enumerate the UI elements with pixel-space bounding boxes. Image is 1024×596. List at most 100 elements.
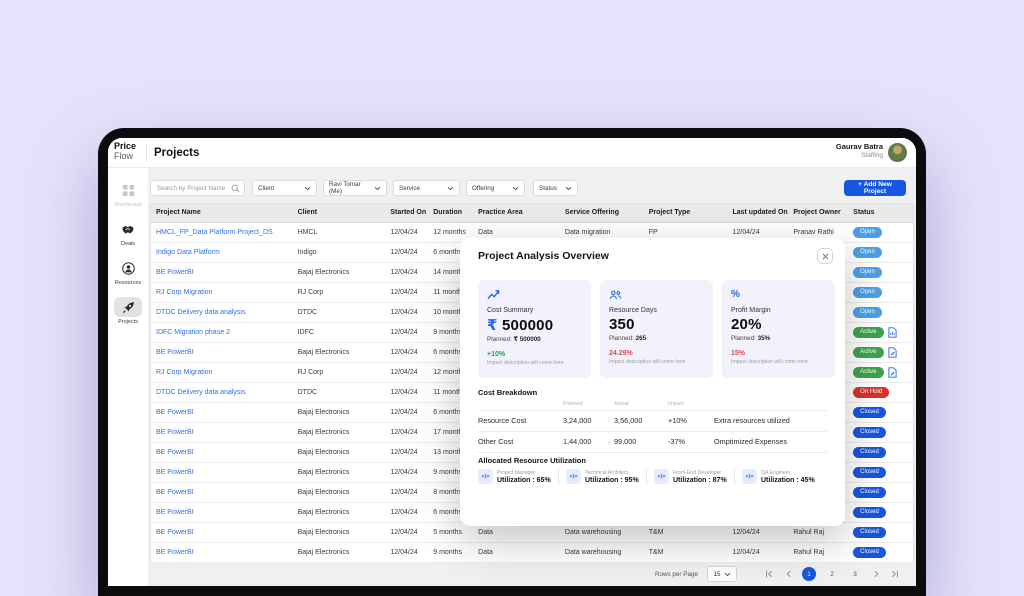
project-name-link[interactable]: HMCL_FP_Data Platform Project_DS <box>156 229 273 236</box>
sidebar-item-resources[interactable]: Resources <box>114 258 142 286</box>
last-page-button[interactable] <box>890 567 900 581</box>
cell-client: Bajaj Electronics <box>293 263 386 282</box>
utilization-value: Utilization : 65% <box>497 476 551 485</box>
project-name-link[interactable]: BE PowerBI <box>156 509 194 516</box>
sidebar-item-projects[interactable]: Projects <box>114 297 142 325</box>
page-title: Projects <box>154 138 199 168</box>
stat-card-delta: 15% <box>731 350 826 357</box>
breakdown-actual-value: 99,000 <box>614 431 668 453</box>
cell-project-owner: Rahul Raj <box>788 543 848 562</box>
project-name-link[interactable]: BE PowerBI <box>156 489 194 496</box>
project-name-link[interactable]: Indigo Data Platform <box>156 249 220 256</box>
chevron-down-icon <box>374 186 381 191</box>
table-row[interactable]: BE PowerBI Bajaj Electronics 12/04/24 9 … <box>151 543 913 563</box>
utilization-value: Utilization : 45% <box>761 476 815 485</box>
stat-card-delta: +10% <box>487 351 582 358</box>
sidebar-item-deals[interactable]: Deals <box>114 219 142 247</box>
breakdown-header-actual: Actual <box>614 399 668 410</box>
user-role: Staffing <box>836 151 883 160</box>
project-name-link[interactable]: BE PowerBI <box>156 529 194 536</box>
cell-status: Closed <box>848 523 913 542</box>
grid-icon <box>122 184 135 197</box>
cell-status: Active <box>848 343 913 362</box>
cell-started-on: 12/04/24 <box>385 343 428 362</box>
page-number-2[interactable]: 2 <box>825 567 839 581</box>
prev-page-button[interactable] <box>783 567 793 581</box>
filter-dropdown-client[interactable]: Client <box>252 180 317 196</box>
cell-started-on: 12/04/24 <box>385 363 428 382</box>
page-number-1[interactable]: 1 <box>802 567 816 581</box>
filter-dropdown-label: Status <box>539 185 557 192</box>
brand-line-bottom: Flow <box>114 152 136 162</box>
cell-started-on: 12/04/24 <box>385 223 428 242</box>
project-name-link[interactable]: RJ Corp Migration <box>156 369 212 376</box>
cell-status: Closed <box>848 423 913 442</box>
project-name-link[interactable]: BE PowerBI <box>156 469 194 476</box>
avatar[interactable] <box>888 143 907 162</box>
code-icon: </> <box>482 474 490 480</box>
cost-breakdown-table: PlannedActualImpactResource Cost3,24,000… <box>478 399 827 453</box>
cell-client: DTDC <box>293 303 386 322</box>
cell-status: On Hold <box>848 383 913 402</box>
cell-client: Bajaj Electronics <box>293 483 386 502</box>
search-input-wrapper[interactable] <box>150 180 245 196</box>
project-name-link[interactable]: BE PowerBI <box>156 549 194 556</box>
stat-cards: Cost Summary ₹ 500000 Planned: ₹ 500000 … <box>478 280 835 378</box>
cell-status: Active <box>848 363 913 382</box>
column-header-project-name: Project Name <box>151 204 293 222</box>
filter-dropdown-label: Ravi Tomar (Me) <box>329 181 374 195</box>
search-input[interactable] <box>155 184 229 193</box>
cell-status: Active <box>848 323 913 342</box>
filter-dropdown-ravi-tomar-me[interactable]: Ravi Tomar (Me) <box>323 180 387 196</box>
breakdown-header-spacer <box>478 399 563 410</box>
first-page-button[interactable] <box>764 567 774 581</box>
project-name-link[interactable]: DTDC Delivery data analysis <box>156 389 245 396</box>
utilization-title: Allocated Resource Utilization <box>478 456 586 465</box>
breakdown-row-label: Other Cost <box>478 431 563 453</box>
doc-edit-icon[interactable] <box>888 347 897 358</box>
users-icon <box>609 290 622 300</box>
stat-card-planned: Planned: ₹ 500000 <box>487 336 582 343</box>
column-header-project-owner: Project Owner <box>788 204 848 222</box>
filter-dropdown-status[interactable]: Status <box>533 180 578 196</box>
project-name-link[interactable]: BE PowerBI <box>156 409 194 416</box>
rows-per-page-select[interactable]: 15 <box>707 566 737 582</box>
status-badge: Open <box>853 227 882 238</box>
project-name-link[interactable]: BE PowerBI <box>156 449 194 456</box>
project-name-link[interactable]: RJ Corp Migration <box>156 289 212 296</box>
close-button[interactable] <box>817 248 833 264</box>
cell-project-name: HMCL_FP_Data Platform Project_DS <box>151 223 293 242</box>
device-frame: Price Flow Projects Gaurav Batra Staffin… <box>98 128 926 596</box>
app-window: Price Flow Projects Gaurav Batra Staffin… <box>108 138 916 586</box>
rows-per-page-value: 15 <box>713 571 720 578</box>
project-name-link[interactable]: BE PowerBI <box>156 349 194 356</box>
cell-project-name: RJ Corp Migration <box>151 363 293 382</box>
cell-status: Closed <box>848 463 913 482</box>
status-badge: Closed <box>853 467 886 478</box>
project-name-link[interactable]: BE PowerBI <box>156 269 194 276</box>
brand-logo[interactable]: Price Flow <box>114 142 136 161</box>
table-row[interactable]: BE PowerBI Bajaj Electronics 12/04/24 5 … <box>151 523 913 543</box>
doc-chart-icon[interactable] <box>888 327 897 338</box>
page-number-3[interactable]: 3 <box>848 567 862 581</box>
add-new-project-button[interactable]: + Add New Project <box>844 180 906 196</box>
sidebar: Dashboard Deals Resources Projects <box>108 168 148 586</box>
next-page-button[interactable] <box>871 567 881 581</box>
project-name-link[interactable]: BE PowerBI <box>156 429 194 436</box>
cell-status: Closed <box>848 543 913 562</box>
filter-dropdown-service[interactable]: Service <box>393 180 460 196</box>
cell-status: Open <box>848 303 913 322</box>
top-bar: Price Flow Projects Gaurav Batra Staffin… <box>108 138 916 168</box>
project-name-link[interactable]: IDFC Migration phase 2 <box>156 329 230 336</box>
project-analysis-modal: Project Analysis Overview Cost Summary ₹… <box>460 238 845 526</box>
project-name-link[interactable]: DTDC Delivery data analysis <box>156 309 245 316</box>
filter-dropdown-offering[interactable]: Offering <box>466 180 525 196</box>
cell-started-on: 12/04/24 <box>385 503 428 522</box>
utilization-chips: </> Project Manager Utilization : 65% </… <box>478 469 822 485</box>
status-badge: Open <box>853 267 882 278</box>
cell-project-name: DTDC Delivery data analysis <box>151 383 293 402</box>
sidebar-item-dashboard[interactable]: Dashboard <box>114 180 142 208</box>
doc-edit-icon[interactable] <box>888 367 897 378</box>
rows-per-page-label: Rows per Page <box>655 571 698 578</box>
cell-started-on: 12/04/24 <box>385 303 428 322</box>
